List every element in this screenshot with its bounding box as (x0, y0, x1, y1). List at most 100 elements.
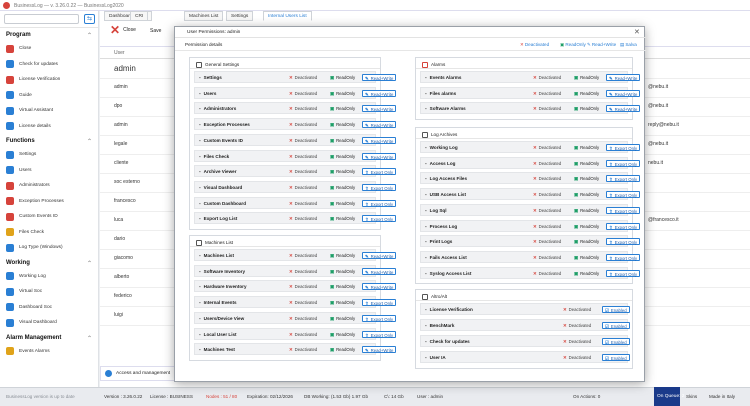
permission-option-readonly[interactable]: ▣ ReadOnly (328, 137, 357, 144)
permission-option-export-only[interactable]: ⇧ Export Only (362, 314, 397, 322)
permission-option-readonly[interactable]: ▣ ReadOnly (328, 331, 357, 338)
sidebar-item-users[interactable]: Users (0, 163, 98, 179)
permission-option-deactivated[interactable]: ✕ Deactivated (531, 223, 563, 230)
permission-option-readonly[interactable]: ▣ ReadOnly (572, 74, 601, 81)
permission-option-readonly[interactable]: ▣ ReadOnly (572, 90, 601, 97)
permission-option-deactivated[interactable]: ✕ Deactivated (531, 254, 563, 261)
permission-option-read-write[interactable]: ✎ Read+Write (362, 346, 397, 354)
permission-option-deactivated[interactable]: ✕ Deactivated (561, 354, 593, 361)
permission-option-readonly[interactable]: ▣ ReadOnly (328, 315, 357, 322)
sidebar-item-check-for-updates[interactable]: Check for updates (0, 57, 98, 73)
dialog-close-button[interactable]: ✕ (634, 28, 640, 36)
permission-option-read-write[interactable]: ✎ Read+Write (606, 89, 641, 97)
permission-option-export-only[interactable]: ⇧ Export Only (606, 269, 641, 277)
sidebar-toggle-button[interactable]: ⇆ (84, 14, 95, 24)
permission-option-read-write[interactable]: ✎ Read+Write (362, 74, 397, 81)
sidebar-item-visual-dashboard[interactable]: Visual Dashboard (0, 315, 98, 331)
permission-option-deactivated[interactable]: ✕ Deactivated (531, 238, 563, 245)
permission-option-enabled[interactable]: ☑ Enabled (602, 306, 630, 313)
permission-option-deactivated[interactable]: ✕ Deactivated (287, 252, 319, 259)
permission-option-readonly[interactable]: ▣ ReadOnly (328, 299, 357, 306)
toolbar-deactivated-button[interactable]: ✕Deactivated (520, 42, 549, 48)
permission-option-readonly[interactable]: ▣ ReadOnly (572, 175, 601, 182)
tab-settings[interactable]: Settings (226, 11, 254, 21)
permission-option-export-only[interactable]: ⇧ Export Only (606, 222, 641, 230)
permission-option-readonly[interactable]: ▣ ReadOnly (328, 252, 357, 259)
sidebar-item-settings[interactable]: Settings (0, 147, 98, 163)
sidebar-item-dashboard-soc[interactable]: Dashboard Soc (0, 300, 98, 316)
permission-option-readonly[interactable]: ▣ ReadOnly (572, 238, 601, 245)
sidebar-item-files-check[interactable]: Files Check (0, 225, 98, 241)
permission-option-read-write[interactable]: ✎ Read+Write (362, 152, 397, 160)
permission-option-export-only[interactable]: ⇧ Export Only (362, 215, 397, 223)
sidebar-item-working-log[interactable]: Working Log (0, 269, 98, 285)
permission-option-deactivated[interactable]: ✕ Deactivated (287, 153, 319, 160)
permission-option-deactivated[interactable]: ✕ Deactivated (287, 105, 319, 112)
chevron-up-icon[interactable]: ⌃ (87, 260, 92, 267)
sidebar-item-virtual-soc[interactable]: Virtual Soc (0, 284, 98, 300)
tab-machines-list[interactable]: Machines List (184, 11, 224, 21)
permission-option-deactivated[interactable]: ✕ Deactivated (561, 322, 593, 329)
permission-option-readonly[interactable]: ▣ ReadOnly (572, 191, 601, 198)
permission-option-read-write[interactable]: ✎ Read+Write (606, 74, 641, 81)
permission-option-readonly[interactable]: ▣ ReadOnly (572, 160, 601, 167)
permission-option-deactivated[interactable]: ✕ Deactivated (287, 137, 319, 144)
sidebar-item-custom-events-id[interactable]: Custom Events ID (0, 209, 98, 225)
permission-option-readonly[interactable]: ▣ ReadOnly (328, 168, 357, 175)
permission-option-deactivated[interactable]: ✕ Deactivated (287, 331, 319, 338)
permission-option-export-only[interactable]: ⇧ Export Only (606, 206, 641, 214)
permission-option-readonly[interactable]: ▣ ReadOnly (328, 105, 357, 112)
permission-option-deactivated[interactable]: ✕ Deactivated (287, 299, 319, 306)
permission-option-deactivated[interactable]: ✕ Deactivated (531, 74, 563, 81)
permission-option-readonly[interactable]: ▣ ReadOnly (328, 90, 357, 97)
permission-option-readonly[interactable]: ▣ ReadOnly (328, 153, 357, 160)
permission-option-readonly[interactable]: ▣ ReadOnly (328, 283, 357, 290)
permission-option-deactivated[interactable]: ✕ Deactivated (531, 207, 563, 214)
permission-option-read-write[interactable]: ✎ Read+Write (362, 89, 397, 97)
permission-option-readonly[interactable]: ▣ ReadOnly (328, 268, 357, 275)
permission-option-readonly[interactable]: ▣ ReadOnly (328, 346, 357, 353)
permission-option-enabled[interactable]: ☑ Enabled (602, 338, 630, 345)
sidebar-item-guide[interactable]: Guide (0, 88, 98, 104)
permission-option-read-write[interactable]: ✎ Read+Write (362, 252, 397, 259)
permission-option-export-only[interactable]: ⇧ Export Only (362, 168, 397, 176)
access-management-panel[interactable]: Access and management (100, 366, 175, 381)
permission-option-enabled[interactable]: ☑ Enabled (602, 354, 630, 361)
sidebar-item-license-details[interactable]: License details (0, 119, 98, 135)
close-button[interactable]: ✕ Close (110, 24, 136, 36)
permission-option-readonly[interactable]: ▣ ReadOnly (328, 121, 357, 128)
permission-option-deactivated[interactable]: ✕ Deactivated (531, 105, 563, 112)
permission-option-deactivated[interactable]: ✕ Deactivated (561, 338, 593, 345)
tab-internal-users-list[interactable]: Internal Users List (263, 11, 312, 21)
permission-option-readonly[interactable]: ▣ ReadOnly (572, 254, 601, 261)
permission-option-export-only[interactable]: ⇧ Export Only (606, 191, 641, 199)
permission-option-readonly[interactable]: ▣ ReadOnly (328, 74, 357, 81)
permission-option-readonly[interactable]: ▣ ReadOnly (328, 215, 357, 222)
toolbar-readonly-button[interactable]: ▣ReadOnly (560, 42, 586, 48)
permission-option-deactivated[interactable]: ✕ Deactivated (531, 191, 563, 198)
permission-option-deactivated[interactable]: ✕ Deactivated (287, 268, 319, 275)
permission-option-deactivated[interactable]: ✕ Deactivated (561, 306, 593, 313)
permission-option-deactivated[interactable]: ✕ Deactivated (531, 90, 563, 97)
sidebar-item-exception-processes[interactable]: Exception Processes (0, 194, 98, 210)
permission-option-export-only[interactable]: ⇧ Export Only (606, 175, 641, 183)
permission-option-export-only[interactable]: ⇧ Export Only (606, 253, 641, 261)
permission-option-deactivated[interactable]: ✕ Deactivated (287, 184, 319, 191)
chevron-up-icon[interactable]: ⌃ (87, 138, 92, 145)
permission-option-readonly[interactable]: ▣ ReadOnly (572, 144, 601, 151)
permission-option-deactivated[interactable]: ✕ Deactivated (287, 283, 319, 290)
permission-option-deactivated[interactable]: ✕ Deactivated (287, 315, 319, 322)
toolbar-salva-button[interactable]: ▤Salva (620, 42, 637, 48)
permission-option-deactivated[interactable]: ✕ Deactivated (531, 270, 563, 277)
permission-option-deactivated[interactable]: ✕ Deactivated (287, 200, 319, 207)
permission-option-readonly[interactable]: ▣ ReadOnly (572, 105, 601, 112)
permission-option-export-only[interactable]: ⇧ Export Only (606, 159, 641, 167)
sidebar-item-log-type-windows[interactable]: Log Type (Windows) (0, 240, 98, 256)
permission-option-read-write[interactable]: ✎ Read+Write (362, 105, 397, 113)
chevron-up-icon[interactable]: ⌃ (87, 335, 92, 342)
permission-option-read-write[interactable]: ✎ Read+Write (362, 267, 397, 275)
permission-option-deactivated[interactable]: ✕ Deactivated (287, 74, 319, 81)
sidebar-item-administrators[interactable]: Administrators (0, 178, 98, 194)
permission-option-readonly[interactable]: ▣ ReadOnly (572, 223, 601, 230)
permission-option-deactivated[interactable]: ✕ Deactivated (287, 346, 319, 353)
